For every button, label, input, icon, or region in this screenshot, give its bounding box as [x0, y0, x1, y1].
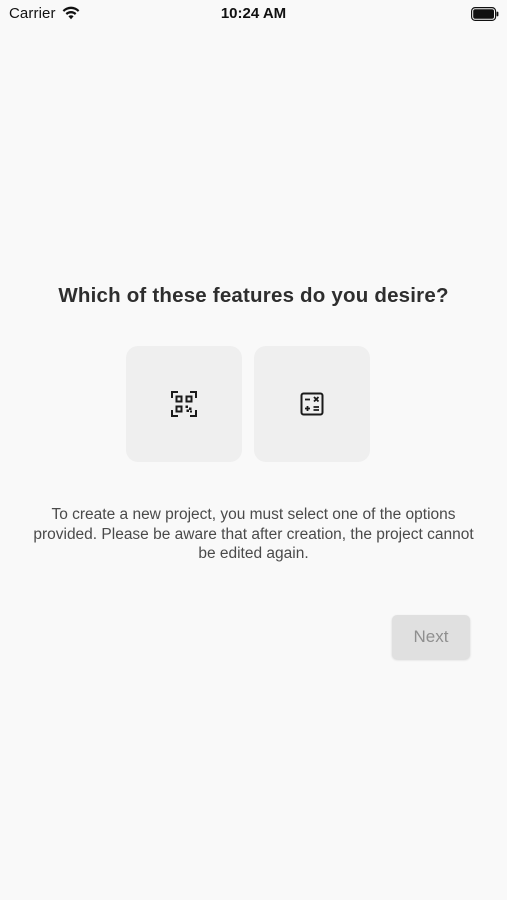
status-bar: Carrier 10:24 AM — [0, 0, 507, 28]
calculator-icon — [300, 392, 324, 416]
next-button[interactable]: Next — [392, 615, 470, 659]
screen: Carrier 10:24 AM Which of these features… — [0, 0, 507, 900]
battery-icon — [471, 7, 499, 21]
feature-options — [126, 346, 370, 462]
status-time: 10:24 AM — [220, 5, 287, 22]
page-title: Which of these features do you desire? — [58, 284, 449, 307]
qr-code-scanner-icon — [171, 391, 197, 417]
option-qr-scanner[interactable] — [126, 346, 242, 462]
description-text: To create a new project, you must select… — [33, 506, 474, 562]
option-calculator[interactable] — [254, 346, 370, 462]
